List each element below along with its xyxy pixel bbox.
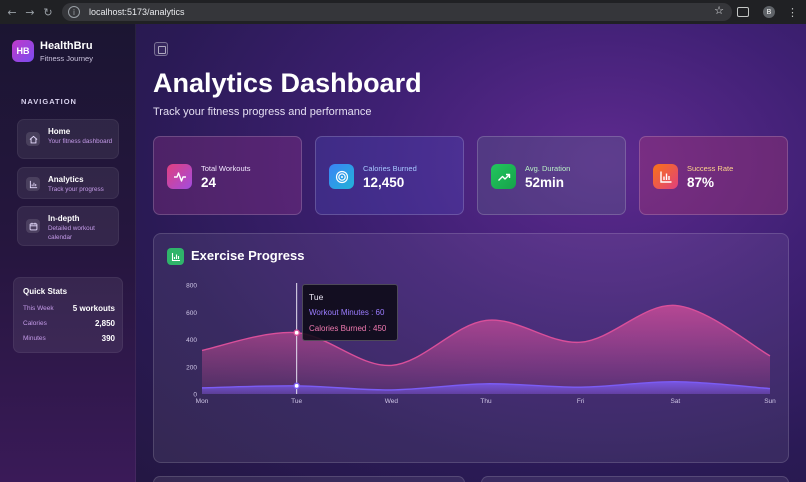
bottom-card-left — [153, 476, 465, 482]
extensions-icon[interactable] — [737, 7, 749, 17]
sidebar-item-in-depth[interactable]: In-depth Detailed workout calendar — [17, 206, 119, 246]
stat-value: 87% — [687, 175, 715, 190]
forward-icon[interactable]: → — [21, 2, 39, 22]
quick-stat-value: 390 — [101, 334, 115, 343]
stat-value: 12,450 — [363, 175, 405, 190]
sidebar-item-desc: Detailed workout calendar — [48, 225, 95, 241]
quick-stat-value: 5 workouts — [72, 304, 115, 313]
stat-label: Avg. Duration — [525, 164, 571, 173]
back-icon[interactable]: ← — [3, 2, 21, 22]
app-name: HealthBru — [40, 40, 93, 52]
x-tick-label: Tue — [291, 398, 302, 405]
bar-chart-icon — [653, 164, 678, 189]
active-point — [293, 329, 300, 336]
site-info-icon[interactable]: i — [68, 6, 80, 18]
quick-stats-card: Quick Stats This Week 5 workouts Calorie… — [13, 277, 123, 353]
quick-stats-title: Quick Stats — [23, 287, 68, 296]
sidebar-item-label: Home — [48, 127, 71, 136]
stat-card-calories-burned: Calories Burned 12,450 — [315, 136, 464, 215]
main-content: Analytics Dashboard Track your fitness p… — [136, 24, 806, 482]
stat-label: Calories Burned — [363, 164, 417, 173]
y-tick-label: 200 — [186, 364, 197, 371]
target-icon — [329, 164, 354, 189]
sidebar: HB HealthBru Fitness Journey NAVIGATION … — [0, 24, 136, 482]
x-tick-label: Sun — [764, 398, 776, 405]
sidebar-item-analytics[interactable]: Analytics Track your progress — [17, 167, 119, 199]
tooltip-calories-burned: Calories Burned : 450 — [309, 324, 387, 333]
url-text[interactable]: localhost:5173/analytics — [89, 7, 185, 17]
app-logo[interactable]: HB — [12, 40, 34, 62]
page-title: Analytics Dashboard — [153, 68, 422, 98]
active-point — [293, 382, 300, 390]
stat-card-avg-duration: Avg. Duration 52min — [477, 136, 626, 215]
browser-toolbar: ← → ↻ i localhost:5173/analytics ☆ B ⋮ — [0, 0, 806, 24]
nav-section-title: NAVIGATION — [21, 97, 77, 106]
chart-tooltip: Tue Workout Minutes : 60 Calories Burned… — [302, 284, 398, 341]
x-tick-label: Fri — [577, 398, 585, 405]
sidebar-item-desc: Track your progress — [48, 186, 104, 193]
stat-value: 52min — [525, 175, 565, 190]
stat-value: 24 — [201, 175, 217, 190]
trending-up-icon — [491, 164, 516, 189]
bottom-card-right — [481, 476, 789, 482]
stat-label: Success Rate — [687, 164, 734, 173]
sidebar-toggle-icon[interactable] — [154, 42, 168, 56]
stat-card-total-workouts: Total Workouts 24 — [153, 136, 302, 215]
stat-label: Total Workouts — [201, 164, 251, 173]
tooltip-title: Tue — [309, 292, 324, 302]
bar-chart-icon — [26, 177, 40, 191]
quick-stat-row: This Week 5 workouts — [23, 304, 115, 315]
sidebar-item-label: Analytics — [48, 175, 84, 184]
y-tick-label: 400 — [186, 337, 197, 344]
sidebar-item-home[interactable]: Home Your fitness dashboard — [17, 119, 119, 159]
browser-menu-icon[interactable]: ⋮ — [787, 6, 798, 19]
quick-stat-label: This Week — [23, 305, 54, 312]
exercise-progress-card: Exercise Progress 0 200 400 600 800 Mon Tue Wed… — [153, 233, 789, 463]
bookmark-star-icon[interactable]: ☆ — [714, 4, 724, 17]
x-tick-label: Sat — [670, 398, 680, 405]
y-tick-label: 600 — [186, 310, 197, 317]
app-tagline: Fitness Journey — [40, 54, 93, 63]
address-bar[interactable]: i localhost:5173/analytics ☆ — [62, 3, 732, 21]
quick-stat-value: 2,850 — [94, 319, 115, 328]
stat-card-success-rate: Success Rate 87% — [639, 136, 788, 215]
quick-stat-label: Minutes — [23, 335, 46, 342]
home-icon — [26, 132, 40, 146]
exercise-progress-chart[interactable]: 0200400600800Mon Tue Wed Thu Fri Sat Sun — [154, 234, 790, 464]
calories-burned-area — [202, 305, 770, 394]
profile-avatar[interactable]: B — [763, 6, 775, 18]
y-tick-label: 800 — [186, 283, 197, 290]
quick-stat-row: Minutes 390 — [23, 334, 115, 345]
quick-stat-label: Calories — [23, 320, 47, 327]
sidebar-item-label: In-depth — [48, 214, 80, 223]
tooltip-workout-minutes: Workout Minutes : 60 — [309, 308, 385, 317]
activity-icon — [167, 164, 192, 189]
sidebar-item-desc: Your fitness dashboard — [48, 138, 113, 145]
quick-stat-row: Calories 2,850 — [23, 319, 115, 330]
reload-icon[interactable]: ↻ — [39, 2, 57, 22]
x-tick-label: Thu — [480, 398, 492, 405]
calendar-icon — [26, 219, 40, 233]
x-tick-label: Mon — [196, 398, 209, 405]
x-tick-label: Wed — [385, 398, 399, 405]
page-subtitle: Track your fitness progress and performa… — [153, 106, 372, 118]
